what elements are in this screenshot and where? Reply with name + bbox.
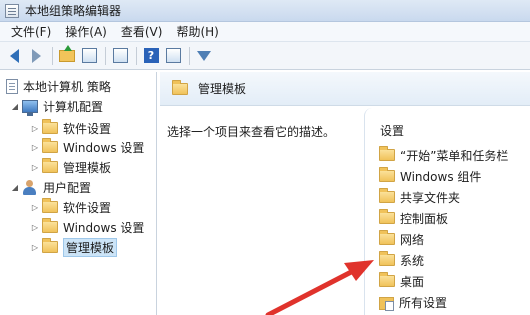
expand-triangle-icon[interactable]: ▷ (30, 223, 40, 232)
setting-item-all-settings[interactable]: 所有设置 (379, 292, 447, 312)
tree-item-user-config[interactable]: ◢ 用户配置 (10, 177, 91, 197)
folder-icon (42, 198, 58, 213)
tree-item-root[interactable]: 本地计算机 策略 (6, 76, 111, 96)
help-icon: ? (143, 48, 159, 63)
setting-item-windows-components[interactable]: Windows 组件 (379, 166, 481, 186)
menu-action[interactable]: 操作(A) (58, 22, 114, 42)
details-pane: 管理模板 选择一个项目来查看它的描述。 设置 “开始”菜单和任务栏 Window… (160, 72, 530, 315)
expand-triangle-icon[interactable]: ▷ (30, 163, 40, 172)
tree-item-user-software[interactable]: ▷ 软件设置 (30, 197, 111, 217)
folder-icon (379, 230, 395, 245)
help-button[interactable]: ? (141, 46, 161, 66)
folder-icon (379, 209, 395, 224)
properties-icon (165, 48, 181, 63)
setting-label: “开始”菜单和任务栏 (400, 148, 509, 163)
folder-icon (379, 146, 395, 161)
setting-label: 网络 (400, 232, 425, 247)
tree-item-computer-admin-templates[interactable]: ▷ 管理模板 (30, 157, 111, 177)
setting-item-start-menu[interactable]: “开始”菜单和任务栏 (379, 145, 508, 165)
tree-label: 管理模板 (63, 160, 112, 175)
forward-arrow-icon (31, 48, 41, 63)
tree-label: Windows 设置 (63, 140, 145, 155)
folder-icon (172, 79, 188, 95)
expand-triangle-icon[interactable]: ▷ (30, 143, 40, 152)
expand-triangle-icon[interactable]: ▷ (30, 243, 40, 252)
show-hide-tree-icon (81, 48, 97, 63)
toolbar: ? (0, 42, 530, 70)
tree-item-computer-windows[interactable]: ▷ Windows 设置 (30, 137, 144, 157)
details-header: 管理模板 (160, 72, 530, 106)
tree-pane: 本地计算机 策略 ◢ 计算机配置 ▷ 软件设置 ▷ Windows 设置 ▷ 管… (0, 72, 157, 315)
settings-column-header[interactable]: 设置 (380, 122, 404, 139)
toolbar-separator (189, 46, 190, 65)
setting-label: 系统 (400, 253, 425, 268)
tree-item-computer-config[interactable]: ◢ 计算机配置 (10, 96, 103, 116)
tree-label: 本地计算机 策略 (23, 79, 111, 94)
filter-icon (197, 50, 211, 61)
details-title: 管理模板 (198, 82, 247, 96)
folder-icon (379, 167, 395, 182)
setting-label: 控制面板 (400, 211, 449, 226)
menu-view[interactable]: 查看(V) (114, 22, 170, 42)
window-title: 本地组策略编辑器 (25, 4, 122, 18)
folder-icon (42, 218, 58, 233)
tree-label: 计算机配置 (43, 99, 104, 114)
toolbar-separator (52, 46, 53, 65)
setting-item-system[interactable]: 系统 (379, 250, 424, 270)
properties-button[interactable] (163, 46, 183, 66)
folder-icon (379, 251, 395, 266)
back-arrow-icon (9, 48, 19, 63)
user-icon (22, 179, 38, 195)
policy-document-icon (6, 78, 18, 94)
tree-label: 软件设置 (63, 200, 112, 215)
setting-item-network[interactable]: 网络 (379, 229, 424, 249)
description-text: 选择一个项目来查看它的描述。 (167, 125, 336, 139)
all-settings-icon (379, 295, 394, 311)
setting-item-control-panel[interactable]: 控制面板 (379, 208, 448, 228)
toolbar-separator (136, 46, 137, 65)
tree-item-user-admin-templates[interactable]: ▷ 管理模板 (30, 237, 118, 257)
folder-icon (379, 272, 395, 287)
setting-label: Windows 组件 (400, 169, 482, 184)
forward-button[interactable] (26, 46, 46, 66)
setting-label: 共享文件夹 (400, 190, 461, 205)
export-list-icon (112, 48, 128, 63)
folder-icon (42, 138, 58, 153)
tree-label-selected: 管理模板 (63, 237, 118, 257)
show-hide-tree-button[interactable] (79, 46, 99, 66)
setting-label: 所有设置 (399, 295, 448, 310)
collapse-triangle-icon[interactable]: ◢ (10, 183, 20, 192)
tree-label: 用户配置 (43, 180, 92, 195)
settings-list: 设置 “开始”菜单和任务栏 Windows 组件 共享文件夹 控制面板 网络 系… (364, 108, 530, 315)
expand-triangle-icon[interactable]: ▷ (30, 203, 40, 212)
expand-triangle-icon[interactable]: ▷ (30, 124, 40, 133)
up-level-button[interactable] (57, 44, 77, 66)
menu-bar: 文件(F) 操作(A) 查看(V) 帮助(H) (0, 22, 530, 42)
folder-icon (379, 188, 395, 203)
back-button[interactable] (4, 46, 24, 66)
tree-label: Windows 设置 (63, 220, 145, 235)
setting-item-shared-folders[interactable]: 共享文件夹 (379, 187, 460, 207)
folder-icon (42, 158, 58, 173)
tree-item-user-windows[interactable]: ▷ Windows 设置 (30, 217, 144, 237)
app-icon (5, 3, 19, 18)
toolbar-separator (105, 46, 106, 65)
computer-icon (22, 99, 38, 116)
folder-icon (42, 238, 58, 253)
export-list-button[interactable] (110, 46, 130, 66)
tree-label: 软件设置 (63, 121, 112, 136)
menu-help[interactable]: 帮助(H) (169, 22, 225, 42)
setting-item-desktop[interactable]: 桌面 (379, 271, 424, 291)
filter-button[interactable] (194, 46, 214, 66)
setting-label: 桌面 (400, 274, 425, 289)
tree-item-computer-software[interactable]: ▷ 软件设置 (30, 118, 111, 138)
folder-icon (42, 119, 58, 134)
folder-up-icon (59, 44, 75, 62)
menu-file[interactable]: 文件(F) (4, 22, 58, 42)
title-bar: 本地组策略编辑器 (0, 0, 530, 22)
collapse-triangle-icon[interactable]: ◢ (10, 102, 20, 111)
